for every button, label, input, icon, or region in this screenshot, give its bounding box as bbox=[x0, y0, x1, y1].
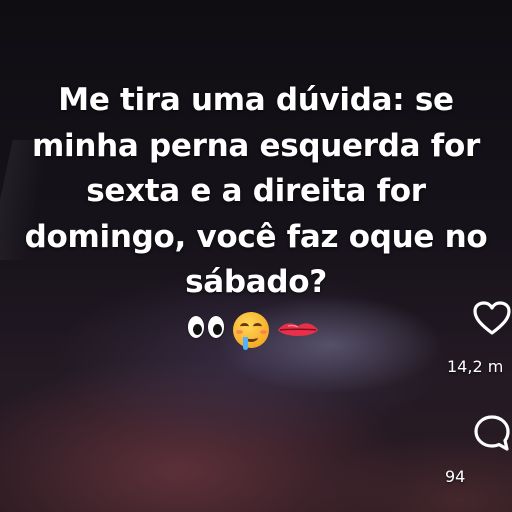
drooling-face-emoji-icon bbox=[233, 312, 269, 350]
caption-line: sexta e a direita for bbox=[86, 173, 426, 209]
heart-icon[interactable] bbox=[472, 300, 512, 336]
like-count: 14,2 m bbox=[447, 357, 504, 376]
caption-line: minha perna esquerda for bbox=[32, 127, 480, 164]
caption-line: sábado? bbox=[185, 264, 327, 300]
lips-emoji-icon bbox=[278, 323, 318, 336]
comment-bubble-icon[interactable] bbox=[472, 413, 512, 453]
caption-emojis bbox=[0, 306, 512, 350]
action-rail: 14,2 m 94 bbox=[445, 300, 512, 500]
caption-line: domingo, você faz oque no bbox=[24, 218, 488, 255]
video-caption: Me tira uma dúvida: se minha perna esque… bbox=[0, 78, 512, 306]
comment-count: 94 bbox=[445, 467, 466, 486]
caption-line: Me tira uma dúvida: se bbox=[58, 82, 454, 118]
